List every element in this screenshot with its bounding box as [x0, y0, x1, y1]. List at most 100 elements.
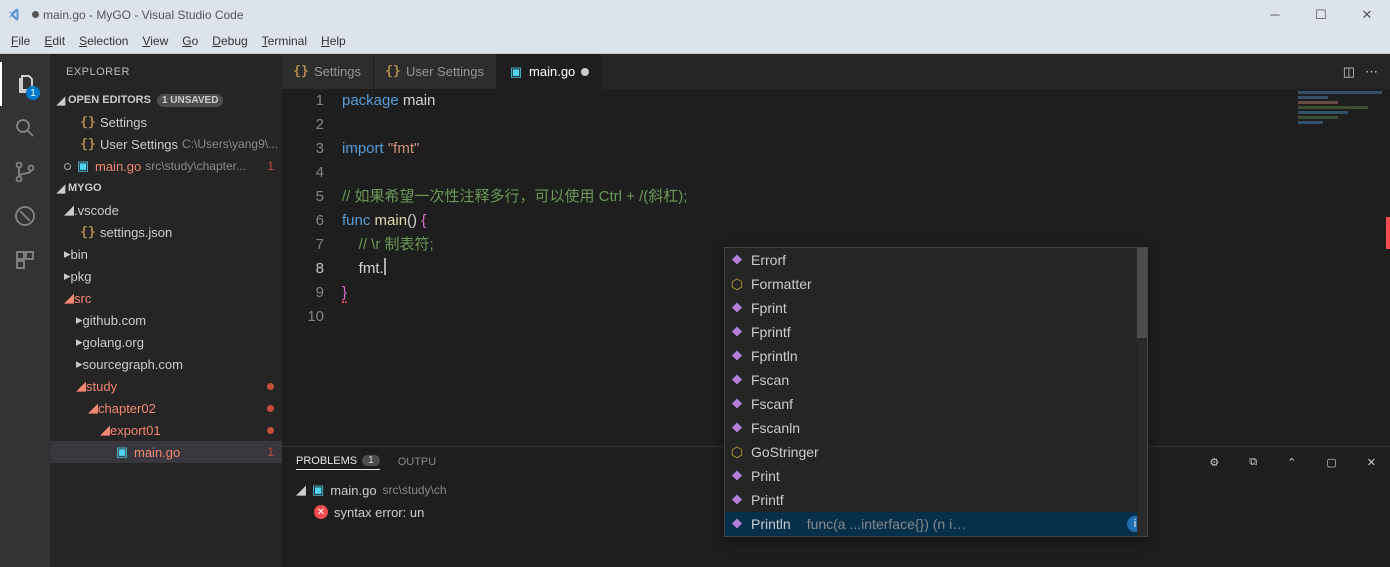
line-number-current: 8: [282, 257, 324, 281]
menu-help[interactable]: Help: [314, 32, 353, 50]
menu-edit[interactable]: Edit: [37, 32, 72, 50]
activity-scm[interactable]: [0, 150, 50, 194]
open-editor-user-settings[interactable]: {} User Settings C:\Users\yang9\...: [50, 133, 282, 155]
autocomplete-item[interactable]: ⯁Print: [725, 464, 1147, 488]
close-button[interactable]: ✕: [1344, 0, 1390, 29]
autocomplete-label: GoStringer: [751, 444, 819, 460]
tab-actions: ◫ ⋯: [1343, 54, 1390, 89]
maximize-button[interactable]: ☐: [1298, 0, 1344, 29]
autocomplete-item[interactable]: ⬡ GoStringer: [725, 440, 1147, 464]
line-number: 9: [282, 281, 324, 305]
method-icon: ⯁: [729, 396, 745, 412]
dir-label: pkg: [71, 269, 92, 284]
token: (): [407, 212, 421, 229]
autocomplete-item[interactable]: ⯁Fprintln: [725, 344, 1147, 368]
minimap[interactable]: [1290, 89, 1390, 149]
autocomplete-item[interactable]: ⯁Fprint: [725, 296, 1147, 320]
menu-terminal[interactable]: Terminal: [255, 32, 314, 50]
tab-maingo[interactable]: ▣ main.go: [497, 54, 602, 89]
open-editor-settings[interactable]: {} Settings: [50, 111, 282, 133]
panel-tab-problems[interactable]: PROBLEMS 1: [296, 455, 380, 470]
autocomplete-label: Fscan: [751, 372, 789, 388]
autocomplete-item[interactable]: ⬡ Formatter: [725, 272, 1147, 296]
tree-export01-dir[interactable]: ◢export01: [50, 419, 282, 441]
method-icon: ⯁: [729, 252, 745, 268]
file-path: src\study\ch: [383, 483, 447, 497]
interface-icon: ⬡: [729, 276, 745, 292]
split-editor-icon[interactable]: ◫: [1343, 64, 1355, 80]
method-icon: ⯁: [729, 348, 745, 364]
modified-dot-icon: [267, 427, 274, 434]
menu-file[interactable]: File: [4, 32, 37, 50]
problem-count: 1: [267, 445, 274, 459]
autocomplete-item[interactable]: ⯁Fprintf: [725, 320, 1147, 344]
tab-user-settings[interactable]: {} User Settings: [374, 54, 497, 89]
autocomplete-label: Println: [751, 516, 791, 532]
menu-view[interactable]: View: [135, 32, 175, 50]
autocomplete-label: Formatter: [751, 276, 812, 292]
autocomplete-signature: func(a ...interface{}) (n i…: [807, 516, 1121, 532]
tab-label: Settings: [314, 64, 361, 79]
menu-go[interactable]: Go: [175, 32, 205, 50]
autocomplete-item[interactable]: ⯁Fscanln: [725, 416, 1147, 440]
tree-sourcegraph-dir[interactable]: ▸sourcegraph.com: [50, 353, 282, 375]
autocomplete-item[interactable]: ⯁Fscan: [725, 368, 1147, 392]
autocomplete-scrollbar[interactable]: [1137, 248, 1147, 536]
menu-bar: File Edit Selection View Go Debug Termin…: [0, 29, 1390, 54]
file-path: src\study\chapter...: [145, 159, 246, 173]
gear-icon[interactable]: ⚙: [1209, 456, 1219, 469]
file-label: main.go: [330, 483, 376, 498]
tree-chapter02-dir[interactable]: ◢chapter02: [50, 397, 282, 419]
chevron-down-icon: ◢: [88, 400, 98, 416]
unsaved-dot-icon: [32, 11, 39, 18]
chevron-down-icon: ◢: [76, 378, 86, 394]
line-number: 3: [282, 137, 324, 161]
tree-vscode-dir[interactable]: ◢.vscode: [50, 199, 282, 221]
activity-search[interactable]: [0, 106, 50, 150]
dir-label: golang.org: [83, 335, 144, 350]
panel-close-icon[interactable]: ✕: [1367, 456, 1376, 469]
file-path: C:\Users\yang9\...: [182, 137, 278, 151]
tree-github-dir[interactable]: ▸github.com: [50, 309, 282, 331]
token-comment: // \r 制表符;: [342, 236, 434, 253]
menu-selection[interactable]: Selection: [72, 32, 135, 50]
tree-settings-json[interactable]: {}settings.json: [50, 221, 282, 243]
token-keyword: import: [342, 140, 384, 157]
token: main: [399, 92, 436, 109]
interface-icon: ⬡: [729, 444, 745, 460]
autocomplete-item[interactable]: ⯁Fscanf: [725, 392, 1147, 416]
panel-up-icon[interactable]: ⌃: [1287, 456, 1296, 469]
autocomplete-item[interactable]: ⯁Printf: [725, 488, 1147, 512]
tab-label: PROBLEMS: [296, 455, 357, 467]
json-icon: {}: [80, 224, 96, 240]
tree-pkg-dir[interactable]: ▸pkg: [50, 265, 282, 287]
autocomplete-item[interactable]: ⯁Errorf: [725, 248, 1147, 272]
panel-tab-output[interactable]: OUTPU: [398, 456, 437, 468]
activity-extensions[interactable]: [0, 238, 50, 282]
tree-src-dir[interactable]: ◢src: [50, 287, 282, 309]
tree-study-dir[interactable]: ◢study: [50, 375, 282, 397]
collapse-all-icon[interactable]: ⧉: [1249, 456, 1257, 469]
file-label: Settings: [100, 115, 147, 130]
menu-debug[interactable]: Debug: [205, 32, 254, 50]
open-editor-maingo[interactable]: ▣ main.go src\study\chapter... 1: [50, 155, 282, 177]
tree-golang-dir[interactable]: ▸golang.org: [50, 331, 282, 353]
open-editors-header[interactable]: ◢ OPEN EDITORS 1 UNSAVED: [50, 89, 282, 111]
project-header[interactable]: ◢ MYGO: [50, 177, 282, 199]
open-editors-label: OPEN EDITORS: [68, 94, 151, 106]
minimize-button[interactable]: ─: [1252, 0, 1298, 29]
more-actions-icon[interactable]: ⋯: [1365, 64, 1378, 80]
tab-label: User Settings: [406, 64, 484, 79]
tab-settings[interactable]: {} Settings: [282, 54, 374, 89]
method-icon: ⯁: [729, 324, 745, 340]
tree-maingo-file[interactable]: ▣main.go1: [50, 441, 282, 463]
autocomplete-item[interactable]: ⯁Printlnfunc(a ...interface{}) (n i…i: [725, 512, 1147, 536]
tree-bin-dir[interactable]: ▸bin: [50, 243, 282, 265]
activity-debug[interactable]: [0, 194, 50, 238]
dir-label: src: [74, 291, 91, 306]
problems-count-badge: 1: [362, 455, 380, 466]
activity-explorer[interactable]: 1: [0, 62, 50, 106]
panel-maximize-icon[interactable]: ▢: [1326, 456, 1336, 469]
token-func: main: [375, 212, 408, 229]
window-title: main.go - MyGO - Visual Studio Code: [43, 8, 1252, 22]
